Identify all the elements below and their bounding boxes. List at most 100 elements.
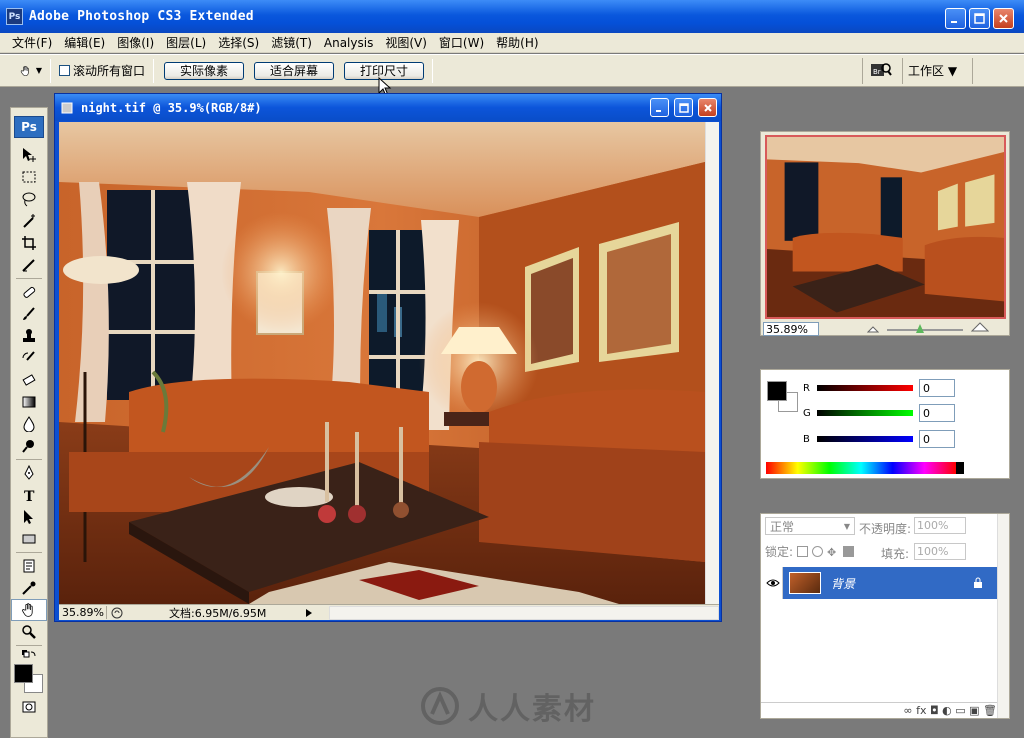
menu-analysis[interactable]: Analysis: [318, 36, 379, 50]
maximize-button[interactable]: [969, 8, 990, 29]
history-brush-tool[interactable]: [11, 347, 47, 369]
lock-all-icon[interactable]: [843, 546, 855, 557]
opacity-field[interactable]: 100%: [914, 517, 966, 534]
minimize-button[interactable]: [945, 8, 966, 29]
bridge-button[interactable]: Br: [870, 61, 892, 82]
blur-tool[interactable]: [11, 413, 47, 435]
type-tool[interactable]: T: [11, 484, 47, 506]
zoom-tool[interactable]: [11, 621, 47, 643]
image-canvas[interactable]: [59, 122, 705, 604]
marquee-tool[interactable]: [11, 166, 47, 188]
lock-position-icon[interactable]: ✥: [827, 546, 839, 559]
foreground-color-swatch[interactable]: [14, 664, 33, 683]
menu-layer[interactable]: 图层(L): [160, 34, 212, 51]
quick-mask-button[interactable]: [11, 696, 47, 718]
color-panel-foreground-swatch[interactable]: [767, 381, 787, 401]
options-bar: ▼ 滚动所有窗口 实际像素 适合屏幕 打印尺寸 Br 工作区 ▼: [0, 54, 1024, 87]
actual-pixels-button[interactable]: 实际像素: [164, 61, 245, 80]
navigator-zoom-slider[interactable]: [887, 329, 963, 331]
menu-filter[interactable]: 滤镜(T): [265, 34, 318, 51]
status-info-icon[interactable]: [111, 607, 123, 619]
navigator-zoom-field[interactable]: 35.89%: [763, 322, 819, 336]
checkbox-box[interactable]: [59, 65, 70, 76]
navigator-thumbnail[interactable]: [765, 135, 1006, 319]
menu-file[interactable]: 文件(F): [6, 34, 58, 51]
menu-edit[interactable]: 编辑(E): [58, 34, 111, 51]
lock-transparent-icon[interactable]: [797, 546, 809, 557]
layers-scrollbar[interactable]: [997, 514, 1009, 718]
photoshop-logo-icon: Ps: [6, 8, 23, 25]
menu-view[interactable]: 视图(V): [379, 34, 433, 51]
scroll-all-windows-checkbox[interactable]: 滚动所有窗口: [59, 62, 145, 79]
default-colors-button[interactable]: [11, 648, 47, 662]
magic-wand-icon: [23, 214, 35, 228]
crop-tool[interactable]: [11, 232, 47, 254]
gradient-tool[interactable]: [11, 391, 47, 413]
pen-tool[interactable]: [11, 462, 47, 484]
magic-wand-tool[interactable]: [11, 210, 47, 232]
blue-channel-value[interactable]: 0: [919, 430, 955, 448]
menu-help[interactable]: 帮助(H): [490, 34, 544, 51]
color-spectrum-ramp[interactable]: [766, 462, 964, 474]
doc-minimize-button[interactable]: [650, 98, 669, 117]
layer-name[interactable]: 背景: [831, 575, 855, 592]
eraser-tool[interactable]: [11, 369, 47, 391]
red-channel-value[interactable]: 0: [919, 379, 955, 397]
marquee-icon: [22, 171, 36, 183]
green-channel-value[interactable]: 0: [919, 404, 955, 422]
fit-screen-button[interactable]: 适合屏幕: [254, 61, 335, 80]
hand-icon: [22, 603, 33, 617]
doc-close-button[interactable]: [698, 98, 717, 117]
notes-tool[interactable]: [11, 555, 47, 577]
document-status-bar: 35.89% 文档:6.95M/6.95M: [59, 604, 719, 620]
opacity-label: 不透明度:: [859, 522, 912, 536]
layer-row-background[interactable]: 背景: [763, 567, 997, 599]
document-icon: [61, 102, 73, 113]
menu-image[interactable]: 图像(I): [111, 34, 160, 51]
red-channel-row: R 0: [803, 379, 955, 397]
doc-maximize-button[interactable]: [674, 98, 693, 117]
red-channel-slider[interactable]: [817, 385, 913, 391]
horizontal-scrollbar[interactable]: [329, 605, 719, 620]
watermark-text: 人人素材: [468, 692, 596, 727]
ps-badge[interactable]: Ps: [14, 116, 44, 138]
brush-tool[interactable]: [11, 303, 47, 325]
hand-tool[interactable]: [11, 599, 47, 621]
path-selection-tool[interactable]: [11, 506, 47, 528]
document-title: night.tif @ 35.9%(RGB/8#): [81, 100, 262, 115]
layer-visibility-toggle[interactable]: [763, 567, 783, 599]
divider: [50, 58, 51, 83]
divider: [16, 278, 42, 279]
blue-channel-slider[interactable]: [817, 436, 913, 442]
dodge-tool[interactable]: [11, 435, 47, 457]
lasso-tool[interactable]: [11, 188, 47, 210]
tool-preset-picker[interactable]: ▼: [20, 60, 42, 82]
clone-stamp-tool[interactable]: [11, 325, 47, 347]
layers-footer-icons[interactable]: ∞ fx ◘ ◐ ▭ ▣ 🗑: [903, 704, 997, 717]
blend-mode-value: 正常: [770, 519, 795, 534]
vertical-scrollbar[interactable]: [705, 122, 719, 604]
zoom-out-icon[interactable]: [867, 325, 879, 333]
eyedropper-tool[interactable]: [11, 577, 47, 599]
shape-tool[interactable]: [11, 528, 47, 550]
workspace-menu[interactable]: 工作区 ▼: [908, 62, 957, 79]
document-zoom-field[interactable]: 35.89%: [59, 606, 107, 619]
fill-field[interactable]: 100%: [914, 543, 966, 560]
close-button[interactable]: [993, 8, 1014, 29]
color-swatches[interactable]: [11, 662, 47, 696]
app-title: Adobe Photoshop CS3 Extended: [29, 9, 254, 24]
menu-select[interactable]: 选择(S): [212, 34, 265, 51]
blend-mode-select[interactable]: 正常 ▼: [765, 517, 855, 535]
menu-window[interactable]: 窗口(W): [433, 34, 490, 51]
move-tool[interactable]: [11, 144, 47, 166]
healing-brush-tool[interactable]: [11, 281, 47, 303]
document-title-bar[interactable]: night.tif @ 35.9%(RGB/8#): [55, 94, 721, 121]
lock-pixels-icon[interactable]: [812, 546, 824, 557]
status-menu-arrow-icon[interactable]: [305, 608, 313, 618]
zoom-in-icon[interactable]: [971, 322, 989, 332]
green-channel-row: G 0: [803, 404, 955, 422]
chevron-down-icon: ▼: [35, 66, 42, 75]
green-channel-slider[interactable]: [817, 410, 913, 416]
slice-tool[interactable]: [11, 254, 47, 276]
living-room-image: [59, 122, 705, 604]
